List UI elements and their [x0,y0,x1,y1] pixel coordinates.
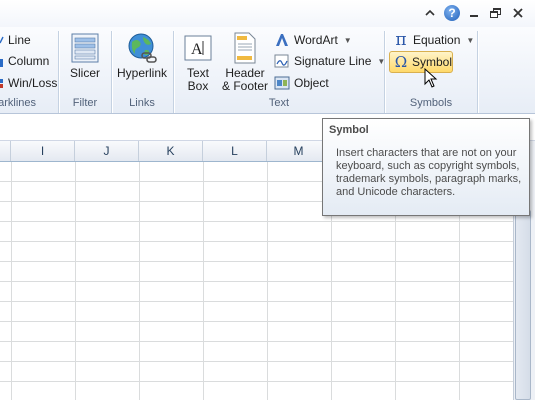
grid-row-line [0,341,513,342]
slicer-icon [69,31,101,65]
hyperlink-button[interactable]: Hyperlink [114,31,170,80]
grid-row-line [0,361,513,362]
minimize-window-icon[interactable] [467,5,481,21]
sparkline-winloss-label: Win/Loss [8,76,58,90]
group-separator [477,31,478,113]
grid-row-line [0,261,513,262]
sparkline-column-label: Column [8,54,50,68]
hyperlink-globe-icon [126,31,158,65]
tooltip-body: Insert characters that are not on your k… [336,147,522,198]
wordart-dropdown-icon: ▼ [343,35,352,45]
symbol-label: Symbol [411,55,452,69]
header-footer-label-line2: & Footer [221,79,269,93]
sparkline-column-button[interactable]: Column [0,51,49,71]
help-icon[interactable]: ? [444,5,460,21]
links-group-label: Links [129,97,155,109]
object-button[interactable]: Object [274,73,329,93]
close-window-icon[interactable] [511,5,525,21]
text-group-label: Text [268,97,290,109]
equation-dropdown-icon: ▼ [466,35,475,45]
sparkline-winloss-button[interactable]: Win/Loss [0,73,57,93]
svg-text:A: A [191,41,203,58]
sparklines-group-label: parklines [0,97,37,109]
sparkline-winloss-icon [0,79,3,88]
object-label: Object [294,76,329,90]
sparkline-line-icon [0,36,4,44]
grid-row-line [0,281,513,282]
signature-line-button[interactable]: Signature Line ▼ [274,51,385,71]
grid-row-line [0,321,513,322]
vertical-scrollbar-thumb[interactable] [515,210,531,400]
wordart-icon [276,34,288,46]
column-header-l[interactable]: L [203,141,267,161]
symbol-omega-icon: Ω [394,53,408,71]
symbols-group-label: Symbols [409,97,453,109]
minimize-ribbon-caret-icon[interactable] [423,5,437,21]
hyperlink-label: Hyperlink [116,66,167,80]
grid-row-line [0,241,513,242]
text-box-label-line2: Box [187,79,209,93]
column-header-partial[interactable] [0,141,11,161]
equation-button[interactable]: π Equation ▼ [393,30,474,50]
symbol-tooltip: Symbol Insert characters that are not on… [322,118,530,216]
equation-label: Equation [413,33,461,47]
slicer-label: Slicer [69,66,100,80]
text-box-button[interactable]: A Text Box [179,31,217,93]
sparkline-line-label: Line [8,33,31,47]
equation-pi-icon: π [395,30,407,50]
wordart-label: WordArt [294,33,338,47]
symbol-button[interactable]: Ω Symbol [389,51,453,73]
slicer-button[interactable]: Slicer [66,31,104,80]
text-box-icon: A [182,31,214,65]
grid-row-line [0,301,513,302]
signature-line-icon [274,54,289,68]
header-footer-icon [229,31,261,65]
mouse-cursor-icon [424,68,438,88]
column-header-i[interactable]: I [11,141,75,161]
column-header-k[interactable]: K [139,141,203,161]
grid-row-line [0,221,513,222]
object-icon [274,76,290,90]
sparkline-column-icon [0,59,3,67]
title-bar: ? [0,0,535,27]
signature-line-label: Signature Line [294,54,372,68]
ribbon: Line Column Win/Loss parklines Slicer Fi… [0,27,535,114]
restore-window-icon[interactable] [489,5,503,21]
tooltip-title: Symbol [329,124,369,136]
header-footer-button[interactable]: Header & Footer [219,31,271,93]
column-header-j[interactable]: J [75,141,139,161]
wordart-button[interactable]: WordArt ▼ [274,30,352,50]
filter-group-label: Filter [72,97,98,109]
grid-row-line [0,381,513,382]
sparkline-line-button[interactable]: Line [0,30,31,50]
